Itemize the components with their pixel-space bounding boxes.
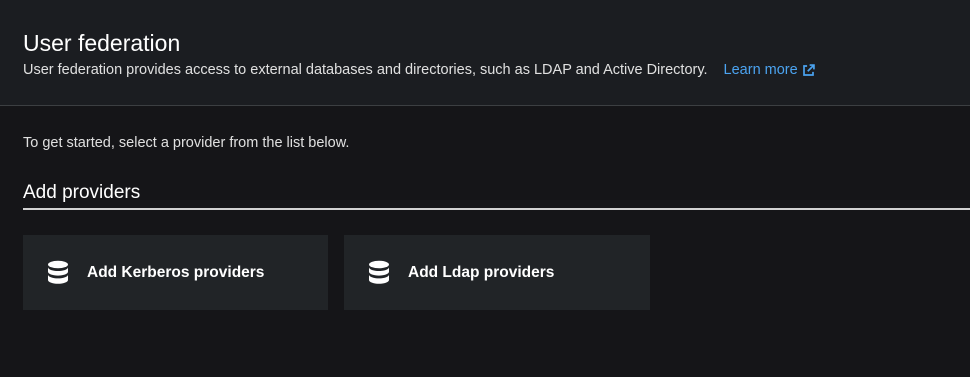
learn-more-link[interactable]: Learn more: [724, 61, 816, 79]
user-federation-page: User federation User federation provides…: [0, 0, 970, 377]
intro-text: To get started, select a provider from t…: [23, 135, 350, 151]
section-divider: [23, 208, 970, 210]
add-ldap-providers-card[interactable]: Add Ldap providers: [344, 235, 650, 310]
section-title: Add providers: [23, 182, 141, 203]
learn-more-label: Learn more: [723, 62, 798, 78]
page-header: User federation User federation provides…: [0, 0, 970, 106]
external-link-icon: [802, 63, 815, 76]
database-icon: [368, 260, 390, 286]
page-title: User federation: [23, 30, 181, 56]
add-kerberos-providers-card[interactable]: Add Kerberos providers: [23, 235, 328, 310]
page-description-row: User federation provides access to exter…: [23, 61, 816, 79]
page-description: User federation provides access to exter…: [23, 62, 708, 78]
card-label: Add Kerberos providers: [87, 263, 265, 281]
card-label: Add Ldap providers: [408, 263, 555, 281]
database-icon: [47, 260, 69, 286]
